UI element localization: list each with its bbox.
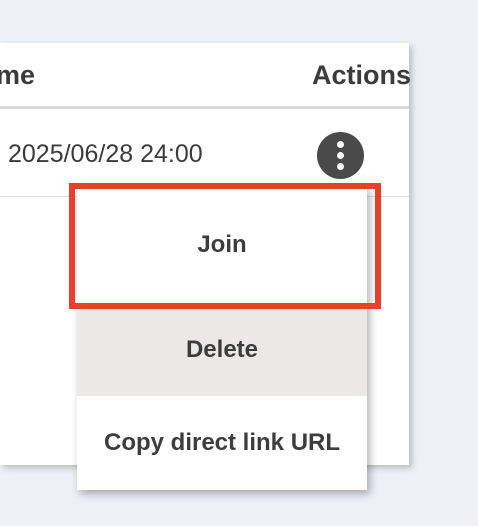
date-cell: 2025/06/28 24:00 bbox=[8, 140, 203, 168]
menu-item-copy-link[interactable]: Copy direct link URL bbox=[77, 396, 367, 490]
column-header-actions: Actions bbox=[312, 60, 412, 90]
table-header: me Actions bbox=[0, 43, 412, 109]
menu-item-join[interactable]: Join bbox=[77, 186, 367, 304]
actions-menu: Join Delete Copy direct link URL bbox=[77, 186, 367, 490]
more-vertical-icon[interactable] bbox=[317, 132, 364, 179]
menu-item-delete[interactable]: Delete bbox=[77, 304, 367, 396]
column-header-name: me bbox=[0, 60, 36, 90]
table-row: 2025/06/28 24:00 bbox=[0, 109, 409, 197]
